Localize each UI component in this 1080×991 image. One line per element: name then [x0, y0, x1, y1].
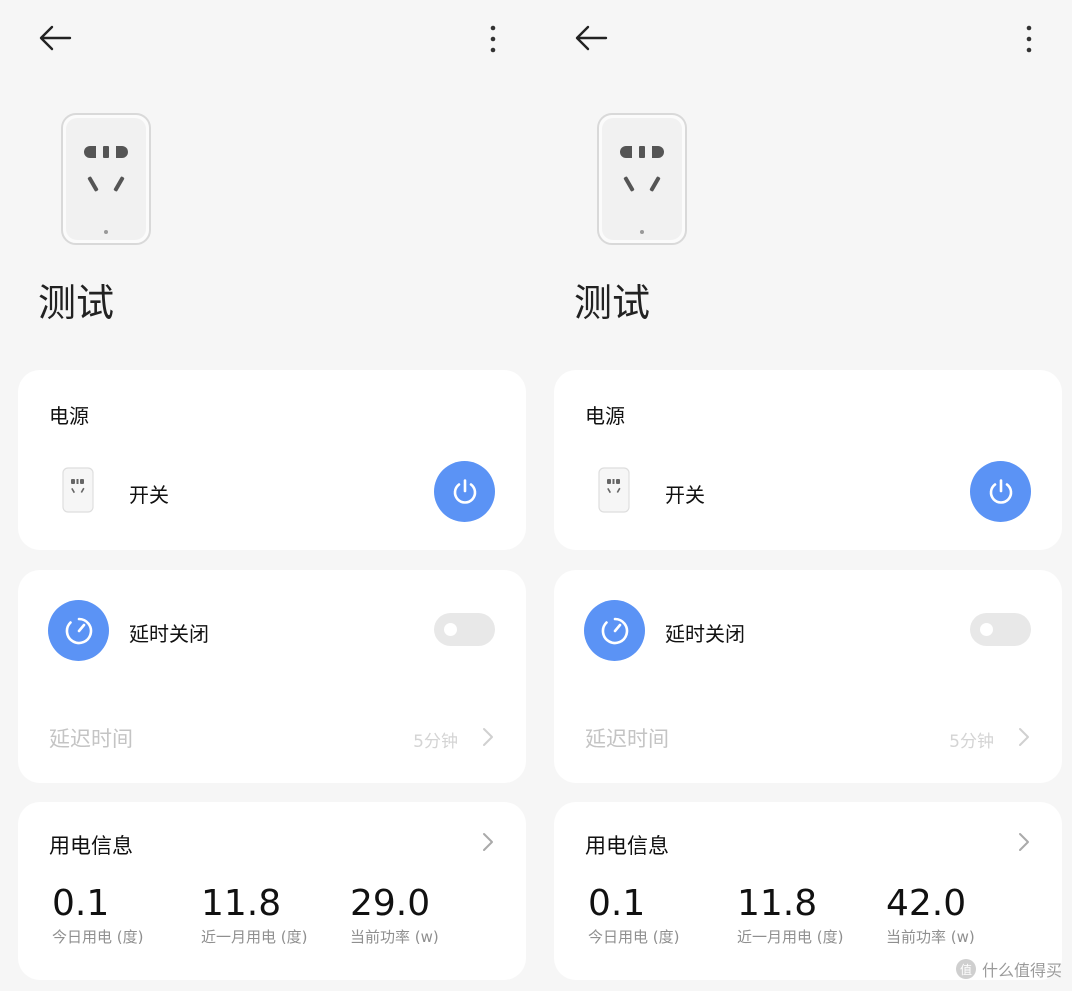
- delay-off-label: 延时关闭: [129, 622, 209, 646]
- power-card: 电源 开关: [18, 370, 526, 550]
- back-button[interactable]: [36, 22, 76, 54]
- power-usage-card: 用电信息 0.1 今日用电 (度) 11.8 近一月用电 (度) 29.0 当前…: [18, 802, 526, 980]
- delay-time-row[interactable]: 延迟时间 5分钟: [18, 715, 526, 759]
- stat-label: 今日用电 (度): [588, 928, 680, 946]
- timer-icon-badge: [584, 600, 645, 661]
- stat-value: 0.1: [588, 883, 646, 924]
- delay-off-label: 延时关闭: [665, 622, 745, 646]
- stat-value: 11.8: [737, 883, 818, 924]
- more-vertical-icon: [1026, 25, 1032, 53]
- chevron-right-icon[interactable]: [1018, 832, 1030, 852]
- watermark: 值 什么值得买: [955, 957, 1062, 981]
- power-card: 电源 开关: [554, 370, 1062, 550]
- power-usage-card: 用电信息 0.1 今日用电 (度) 11.8 近一月用电 (度) 42.0 当前…: [554, 802, 1062, 980]
- screen-left: 测试 电源 开关 延时关闭 延迟时间 5分钟 用电信息 0.1 今日用电 (度)…: [0, 0, 536, 991]
- stat-current-power: 29.0 当前功率 (w): [350, 882, 439, 947]
- stat-label: 当前功率 (w): [350, 928, 439, 946]
- stat-value: 11.8: [201, 883, 282, 924]
- smart-plug-icon: [597, 113, 687, 245]
- stat-value: 42.0: [886, 883, 967, 924]
- delay-off-toggle[interactable]: [434, 613, 495, 646]
- more-options-button[interactable]: [478, 22, 508, 54]
- switch-label: 开关: [129, 483, 169, 507]
- more-vertical-icon: [490, 25, 496, 53]
- smart-plug-icon: [61, 113, 151, 245]
- chevron-right-icon[interactable]: [482, 832, 494, 852]
- device-name: 测试: [38, 281, 115, 325]
- power-card-title: 电源: [49, 404, 89, 428]
- delay-time-label: 延迟时间: [49, 727, 133, 751]
- timer-card: 延时关闭 延迟时间 5分钟: [554, 570, 1062, 783]
- stat-month-usage: 11.8 近一月用电 (度): [737, 882, 843, 947]
- chevron-right-icon: [483, 728, 493, 746]
- screen-right: 测试 电源 开关 延时关闭 延迟时间 5分钟 用电信息 0.1 今日用电 (度)…: [536, 0, 1072, 991]
- delay-off-toggle[interactable]: [970, 613, 1031, 646]
- stat-today-usage: 0.1 今日用电 (度): [588, 882, 679, 947]
- power-card-title: 电源: [585, 404, 625, 428]
- stat-value: 0.1: [52, 883, 110, 924]
- usage-card-title: 用电信息: [585, 834, 669, 858]
- watermark-text: 什么值得买: [981, 961, 1062, 980]
- device-name: 测试: [574, 281, 651, 325]
- timer-card: 延时关闭 延迟时间 5分钟: [18, 570, 526, 783]
- timer-icon: [601, 617, 628, 644]
- delay-time-label: 延迟时间: [585, 727, 669, 751]
- toggle-knob: [444, 623, 457, 636]
- chevron-right-icon: [1019, 728, 1029, 746]
- top-bar: [0, 18, 536, 58]
- delay-time-row[interactable]: 延迟时间 5分钟: [554, 715, 1062, 759]
- switch-label: 开关: [665, 483, 705, 507]
- stat-month-usage: 11.8 近一月用电 (度): [201, 882, 307, 947]
- smart-plug-icon: [62, 467, 94, 513]
- stat-label: 今日用电 (度): [52, 928, 144, 946]
- stat-label: 近一月用电 (度): [201, 928, 308, 946]
- watermark-logo-icon: 值: [955, 959, 976, 979]
- power-icon: [453, 478, 476, 504]
- stat-value: 29.0: [350, 883, 431, 924]
- delay-time-value: 5分钟: [413, 732, 458, 752]
- stat-today-usage: 0.1 今日用电 (度): [52, 882, 143, 947]
- usage-card-title: 用电信息: [49, 834, 133, 858]
- timer-icon-badge: [48, 600, 109, 661]
- delay-time-value: 5分钟: [949, 732, 994, 752]
- stat-current-power: 42.0 当前功率 (w): [886, 882, 975, 947]
- back-arrow-icon: [575, 25, 608, 51]
- back-arrow-icon: [39, 25, 72, 51]
- smart-plug-icon: [598, 467, 630, 513]
- power-toggle-button[interactable]: [434, 461, 495, 522]
- stat-label: 当前功率 (w): [886, 928, 975, 946]
- back-button[interactable]: [572, 22, 612, 54]
- more-options-button[interactable]: [1014, 22, 1044, 54]
- power-icon: [989, 478, 1012, 504]
- timer-icon: [65, 617, 92, 644]
- toggle-knob: [980, 623, 993, 636]
- top-bar: [536, 18, 1072, 58]
- power-toggle-button[interactable]: [970, 461, 1031, 522]
- stat-label: 近一月用电 (度): [737, 928, 844, 946]
